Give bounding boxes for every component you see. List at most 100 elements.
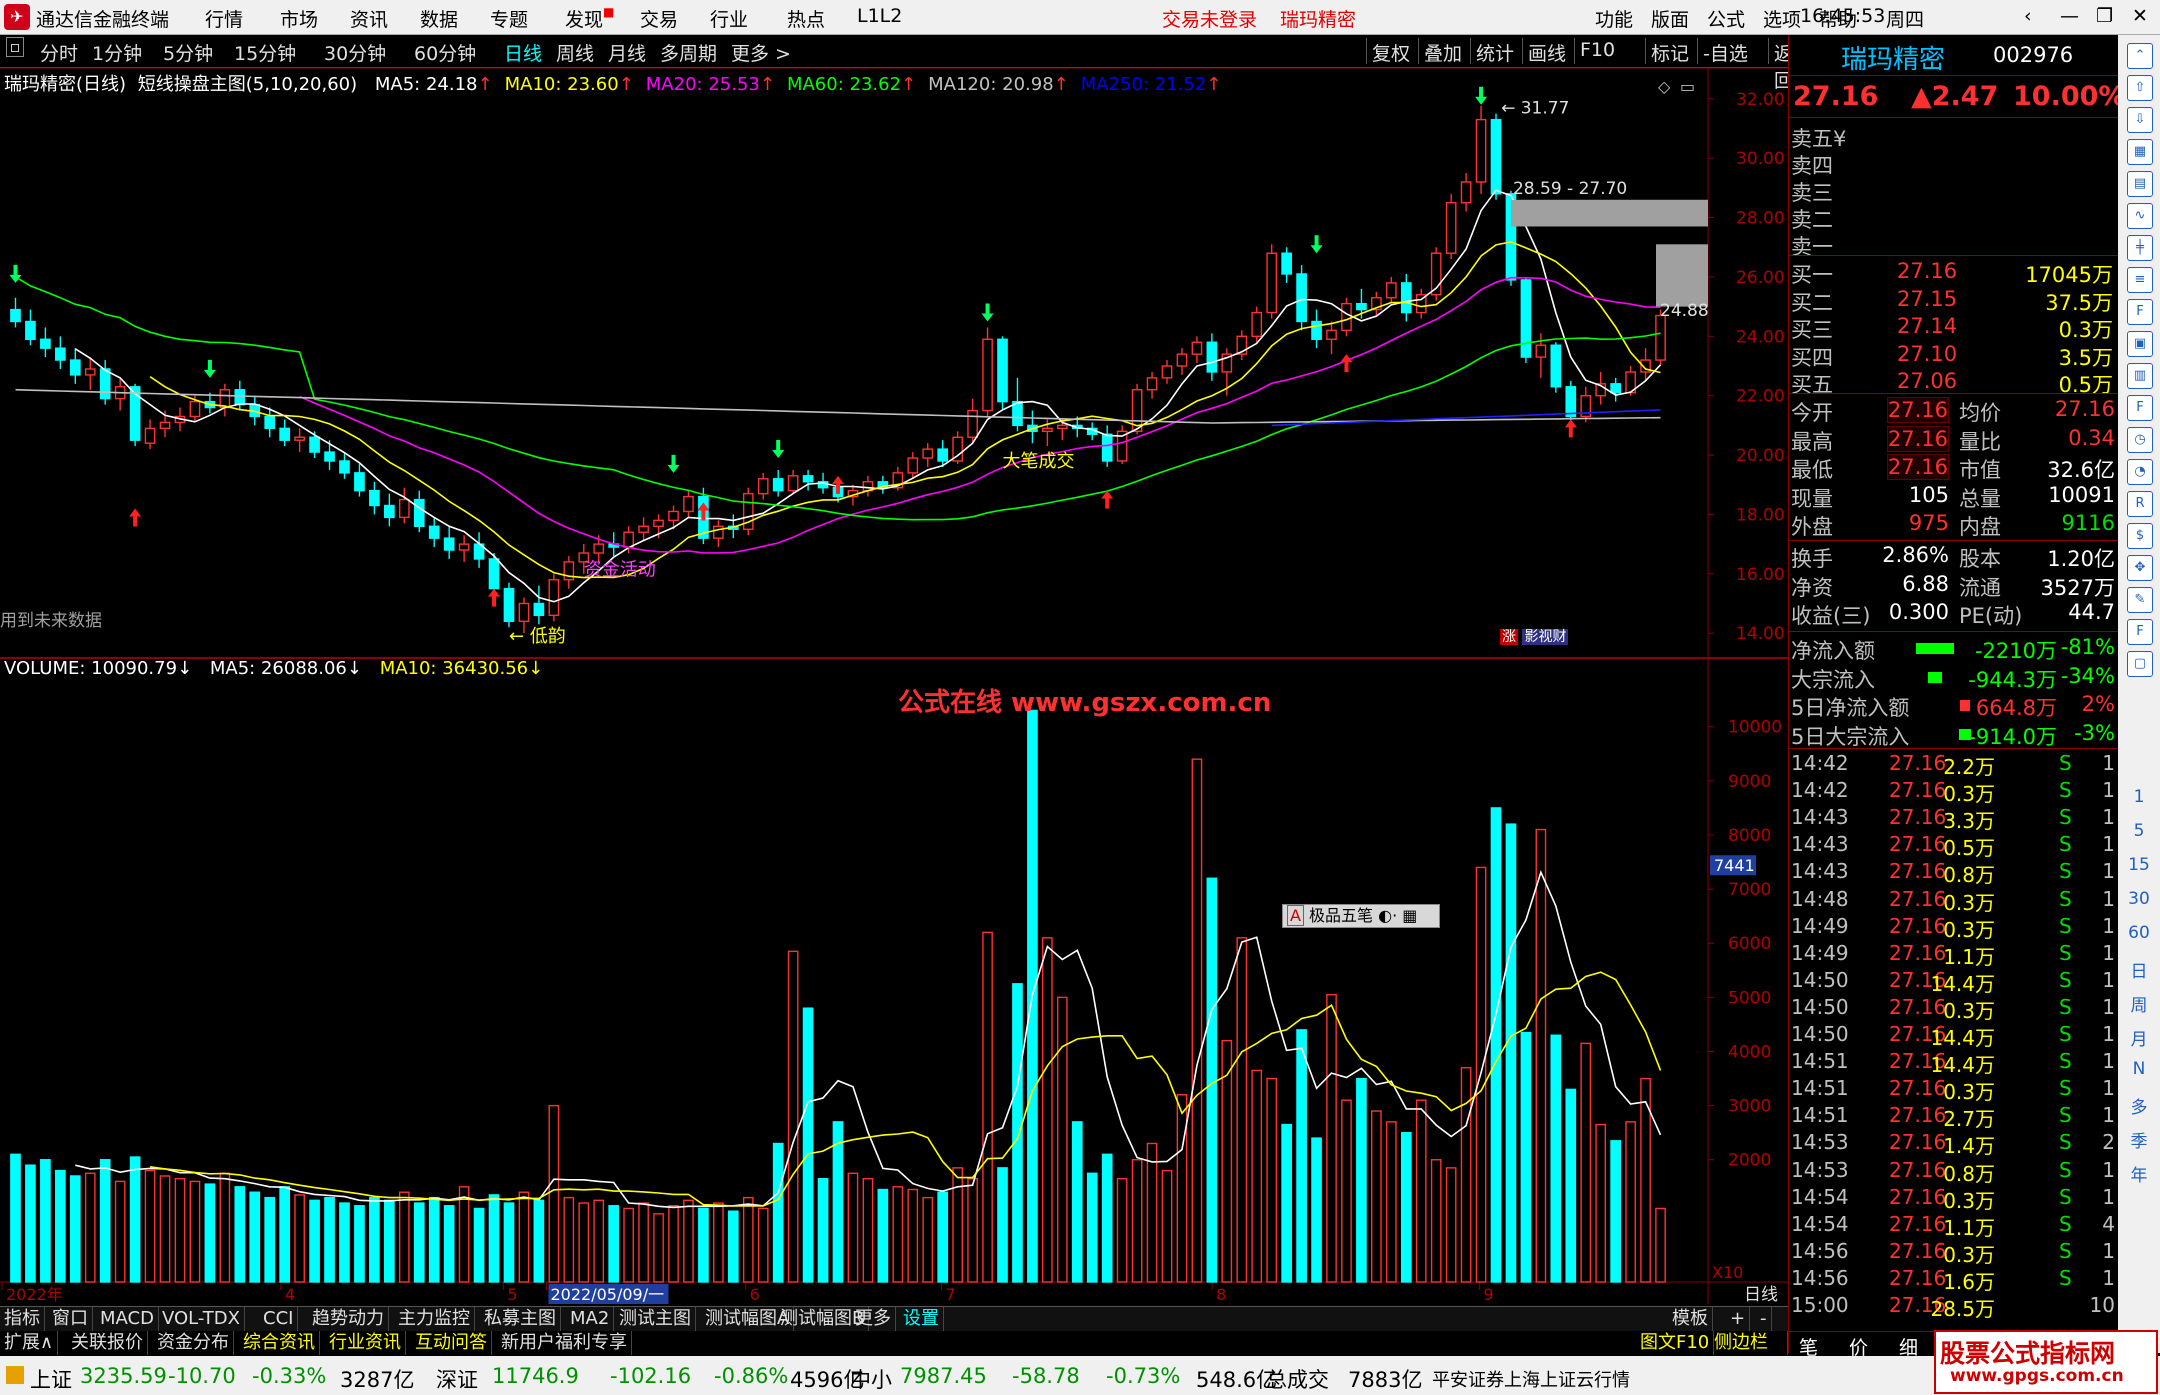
- info-tab[interactable]: 关联报价: [67, 1331, 148, 1355]
- indicator-tab[interactable]: 测试主图: [615, 1307, 696, 1331]
- toolbar-button[interactable]: 标记: [1651, 39, 1689, 66]
- kline-chart[interactable]: 32.00 30.00 28.00 26.00 24.00 22.00 20.00 18.00…: [0, 68, 1788, 1304]
- indicator-tab[interactable]: 设置: [899, 1307, 944, 1331]
- down-arrow-icon[interactable]: ⇩: [2127, 107, 2153, 133]
- pen-icon[interactable]: ✎: [2127, 587, 2153, 613]
- trend-icon[interactable]: ∿: [2127, 203, 2153, 229]
- calendar-icon[interactable]: ▥: [2127, 363, 2153, 389]
- period-tab[interactable]: 更多 >: [731, 39, 791, 66]
- f10-icon[interactable]: F: [2127, 299, 2153, 325]
- right-menu-item[interactable]: 选项: [1763, 5, 1801, 32]
- indicator-tab[interactable]: MA2: [566, 1307, 615, 1331]
- ime-moon-icon[interactable]: ◐·: [1378, 906, 1397, 925]
- menu-item[interactable]: 专题: [490, 5, 528, 32]
- indicator-tab[interactable]: 更多: [851, 1307, 896, 1331]
- index-name[interactable]: 上证: [30, 1364, 72, 1394]
- period-tab[interactable]: 1分钟: [92, 39, 142, 66]
- period-tab[interactable]: 月线: [608, 39, 646, 66]
- fs-icon[interactable]: F: [2127, 395, 2153, 421]
- period-shortcut[interactable]: 15: [2118, 855, 2160, 875]
- toolbar-button[interactable]: 叠加: [1424, 39, 1462, 66]
- period-shortcut[interactable]: 日: [2118, 957, 2160, 982]
- right-menu-item[interactable]: 公式: [1707, 5, 1745, 32]
- period-tab[interactable]: 分时: [40, 39, 78, 66]
- chart-indicator-name[interactable]: 短线操盘主图(5,10,20,60): [138, 74, 357, 95]
- layout-icon[interactable]: ▢: [2127, 651, 2153, 677]
- indicator-tab[interactable]: VOL-TDX: [158, 1307, 245, 1331]
- toolbar-button[interactable]: 画线: [1528, 39, 1566, 66]
- indicator-tab[interactable]: 窗口: [48, 1307, 93, 1331]
- info-tab[interactable]: 扩展∧: [0, 1331, 59, 1355]
- template-button[interactable]: 模板: [1668, 1307, 1713, 1331]
- info-tab[interactable]: 互动问答: [411, 1331, 492, 1355]
- menu-item[interactable]: 发现■: [565, 5, 614, 32]
- menu-item[interactable]: 市场: [280, 5, 318, 32]
- info-tab[interactable]: 新用户福利专享: [497, 1331, 632, 1355]
- period-shortcut[interactable]: 60: [2118, 923, 2160, 943]
- ime-icon[interactable]: A: [1287, 905, 1304, 926]
- info-tab[interactable]: 资金分布: [153, 1331, 234, 1355]
- template-button[interactable]: -: [1756, 1307, 1772, 1331]
- menu-item[interactable]: 数据: [420, 5, 458, 32]
- period-shortcut[interactable]: 多: [2118, 1093, 2160, 1118]
- period-tab[interactable]: 5分钟: [163, 39, 213, 66]
- period-shortcut[interactable]: 1: [2118, 787, 2160, 807]
- template-button[interactable]: +: [1726, 1307, 1751, 1331]
- menu-item[interactable]: 行情: [205, 5, 243, 32]
- period-shortcut[interactable]: 5: [2118, 821, 2160, 841]
- rsi-icon[interactable]: R: [2127, 491, 2153, 517]
- minimize-icon[interactable]: —: [2060, 5, 2079, 27]
- period-shortcut[interactable]: 年: [2118, 1161, 2160, 1186]
- menu-item[interactable]: 热点: [787, 5, 825, 32]
- indicator-tab[interactable]: CCI: [259, 1307, 299, 1331]
- chart-settings-icon[interactable]: ◇: [1658, 77, 1671, 96]
- info-tab[interactable]: 综合资讯: [239, 1331, 320, 1355]
- period-tab[interactable]: 周线: [556, 39, 594, 66]
- indicator-tab[interactable]: 主力监控: [394, 1307, 475, 1331]
- grid-icon[interactable]: ▣: [2127, 331, 2153, 357]
- bar-chart-icon[interactable]: ▦: [2127, 139, 2153, 165]
- period-shortcut[interactable]: 月: [2118, 1025, 2160, 1050]
- toolbar-button[interactable]: 复权: [1372, 39, 1410, 66]
- move-icon[interactable]: ✥: [2127, 555, 2153, 581]
- close-icon[interactable]: ✕: [2132, 5, 2148, 27]
- kline-icon[interactable]: ╪: [2127, 235, 2153, 261]
- index-name[interactable]: 深证: [436, 1364, 478, 1394]
- indicator-tab[interactable]: 指标: [0, 1307, 45, 1331]
- toolbar-button[interactable]: F10: [1580, 39, 1615, 61]
- right-menu-item[interactable]: 版面: [1651, 5, 1689, 32]
- back-arrow-icon[interactable]: ‹: [2024, 5, 2032, 27]
- market-icon[interactable]: [6, 1366, 24, 1384]
- ime-keyboard-icon[interactable]: ▦: [1402, 906, 1417, 925]
- restore-icon[interactable]: ❐: [2096, 5, 2113, 27]
- toolbar-button[interactable]: -自选: [1703, 39, 1748, 66]
- period-tab[interactable]: 60分钟: [414, 39, 476, 66]
- panel-toggle-icon[interactable]: ▫: [6, 37, 24, 57]
- ime-toolbar[interactable]: A 极品五笔 ◐· ▦: [1282, 904, 1440, 928]
- f10-tab[interactable]: 图文F10: [1636, 1331, 1715, 1355]
- chart-collapse-icon[interactable]: ▭: [1680, 77, 1695, 96]
- fs2-icon[interactable]: F: [2127, 619, 2153, 645]
- login-status[interactable]: 交易未登录: [1162, 5, 1257, 32]
- period-tab[interactable]: 日线: [504, 39, 542, 66]
- period-shortcut[interactable]: N: [2118, 1059, 2160, 1079]
- period-tab[interactable]: 多周期: [660, 39, 717, 66]
- period-shortcut[interactable]: 季: [2118, 1127, 2160, 1152]
- period-shortcut[interactable]: 周: [2118, 991, 2160, 1016]
- up-arrow-icon[interactable]: ⇧: [2127, 75, 2153, 101]
- menu-item[interactable]: 资讯: [350, 5, 388, 32]
- list-icon[interactable]: ≡: [2127, 267, 2153, 293]
- menu-item[interactable]: 行业: [710, 5, 748, 32]
- right-menu-item[interactable]: 功能: [1595, 5, 1633, 32]
- menu-item[interactable]: L1L2: [857, 5, 902, 27]
- sidebar-toggle[interactable]: 侧边栏《: [1710, 1331, 1788, 1377]
- period-shortcut[interactable]: 30: [2118, 889, 2160, 909]
- toolbar-button[interactable]: 统计: [1476, 39, 1514, 66]
- money-icon[interactable]: $: [2127, 523, 2153, 549]
- table-icon[interactable]: ▤: [2127, 171, 2153, 197]
- clock-icon[interactable]: ◷: [2127, 427, 2153, 453]
- up-arrow-icon[interactable]: ⌃: [2127, 43, 2153, 69]
- period-tab[interactable]: 30分钟: [324, 39, 386, 66]
- info-tab[interactable]: 行业资讯: [325, 1331, 406, 1355]
- period-tab[interactable]: 15分钟: [234, 39, 296, 66]
